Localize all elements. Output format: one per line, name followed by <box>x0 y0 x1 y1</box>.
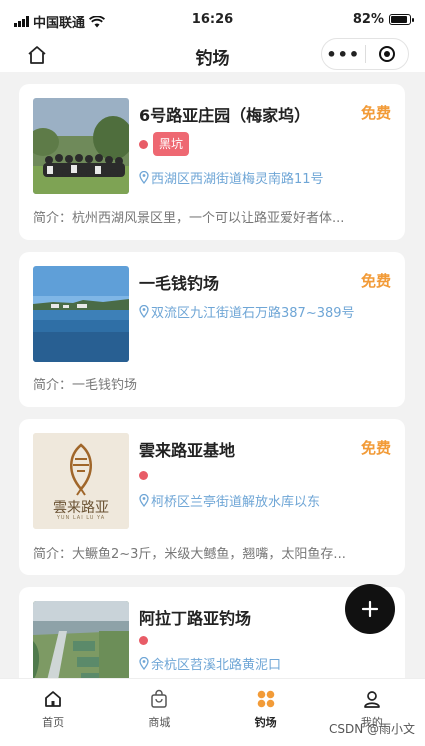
mini-program-capsule: ••• <box>321 38 409 70</box>
tab-venues[interactable]: 钓场 <box>213 679 319 746</box>
venue-address[interactable]: 双流区九江街道石万路387~389号 <box>139 302 355 321</box>
location-pin-icon <box>139 171 149 184</box>
shop-bag-icon <box>151 689 168 708</box>
price-badge: 免费 <box>360 439 391 457</box>
address-text: 双流区九江街道石万路387~389号 <box>151 306 355 321</box>
status-bar: 中国联通 16:26 82% <box>0 0 425 38</box>
price-badge: 免费 <box>360 272 391 290</box>
venue-intro: 简介：大鳜鱼2~3斤，米级大鳡鱼，翘嘴，太阳鱼存... <box>33 547 346 562</box>
logo-subtext: YUN LAI LU YA <box>56 515 106 521</box>
target-icon[interactable] <box>366 45 409 63</box>
venue-address[interactable]: 柯桥区兰亭街道解放水库以东 <box>139 491 320 510</box>
venue-intro: 简介：一毛钱钓场 <box>33 378 138 393</box>
location-pin-icon <box>139 305 149 318</box>
home-icon <box>45 691 62 707</box>
battery-percent: 82% <box>352 12 384 27</box>
venue-address[interactable]: 西湖区西湖街道梅灵南路11号 <box>139 168 324 187</box>
status-dot <box>139 471 148 480</box>
location-pin-icon <box>139 494 149 507</box>
tab-shop[interactable]: 商城 <box>106 679 212 746</box>
address-text: 余杭区苕溪北路黄泥口 <box>151 658 282 673</box>
venue-photo <box>33 601 129 678</box>
user-icon <box>364 691 380 708</box>
grid-dots-icon <box>257 690 274 708</box>
address-text: 西湖区西湖街道梅灵南路11号 <box>151 172 324 187</box>
venue-card[interactable]: 6号路亚庄园（梅家坞） 免费 黑坑 西湖区西湖街道梅灵南路11号 简介：杭州西湖… <box>19 84 405 240</box>
venue-card[interactable]: 雲来路亚 YUN LAI LU YA 雲来路亚基地 免费 柯桥区兰亭街道解放水库… <box>19 419 405 575</box>
status-dot <box>139 140 148 149</box>
venue-photo <box>33 266 129 362</box>
status-dot <box>139 636 148 645</box>
price-badge: 免费 <box>360 104 391 122</box>
venue-address[interactable]: 余杭区苕溪北路黄泥口 <box>139 654 281 673</box>
venue-card[interactable]: 一毛钱钓场 免费 双流区九江街道石万路387~389号 简介：一毛钱钓场 <box>19 252 405 407</box>
category-tag: 黑坑 <box>153 132 190 156</box>
add-button[interactable] <box>345 584 395 634</box>
tab-label: 首页 <box>42 716 65 729</box>
more-dots-icon[interactable]: ••• <box>322 45 365 64</box>
venue-logo: 雲来路亚 YUN LAI LU YA <box>33 433 129 529</box>
venue-name: 雲来路亚基地 <box>139 441 236 460</box>
tab-label: 商城 <box>148 716 171 729</box>
venue-name: 6号路亚庄园（梅家坞） <box>139 106 311 125</box>
battery-icon <box>389 14 414 25</box>
venue-name: 阿拉丁路亚钓场 <box>139 609 252 628</box>
nav-bar: 钓场 ••• <box>0 38 425 72</box>
venue-name: 一毛钱钓场 <box>139 274 220 293</box>
plus-icon <box>361 600 379 618</box>
logo-text: 雲来路亚 <box>53 500 109 516</box>
tab-home[interactable]: 首页 <box>0 679 106 746</box>
tab-label: 钓场 <box>254 716 277 729</box>
watermark: CSDN @雨小文 <box>328 722 415 736</box>
address-text: 柯桥区兰亭街道解放水库以东 <box>151 495 321 510</box>
venue-photo <box>33 98 129 194</box>
location-pin-icon <box>139 657 149 670</box>
venue-intro: 简介：杭州西湖风景区里，一个可以让路亚爱好者体... <box>33 211 345 226</box>
